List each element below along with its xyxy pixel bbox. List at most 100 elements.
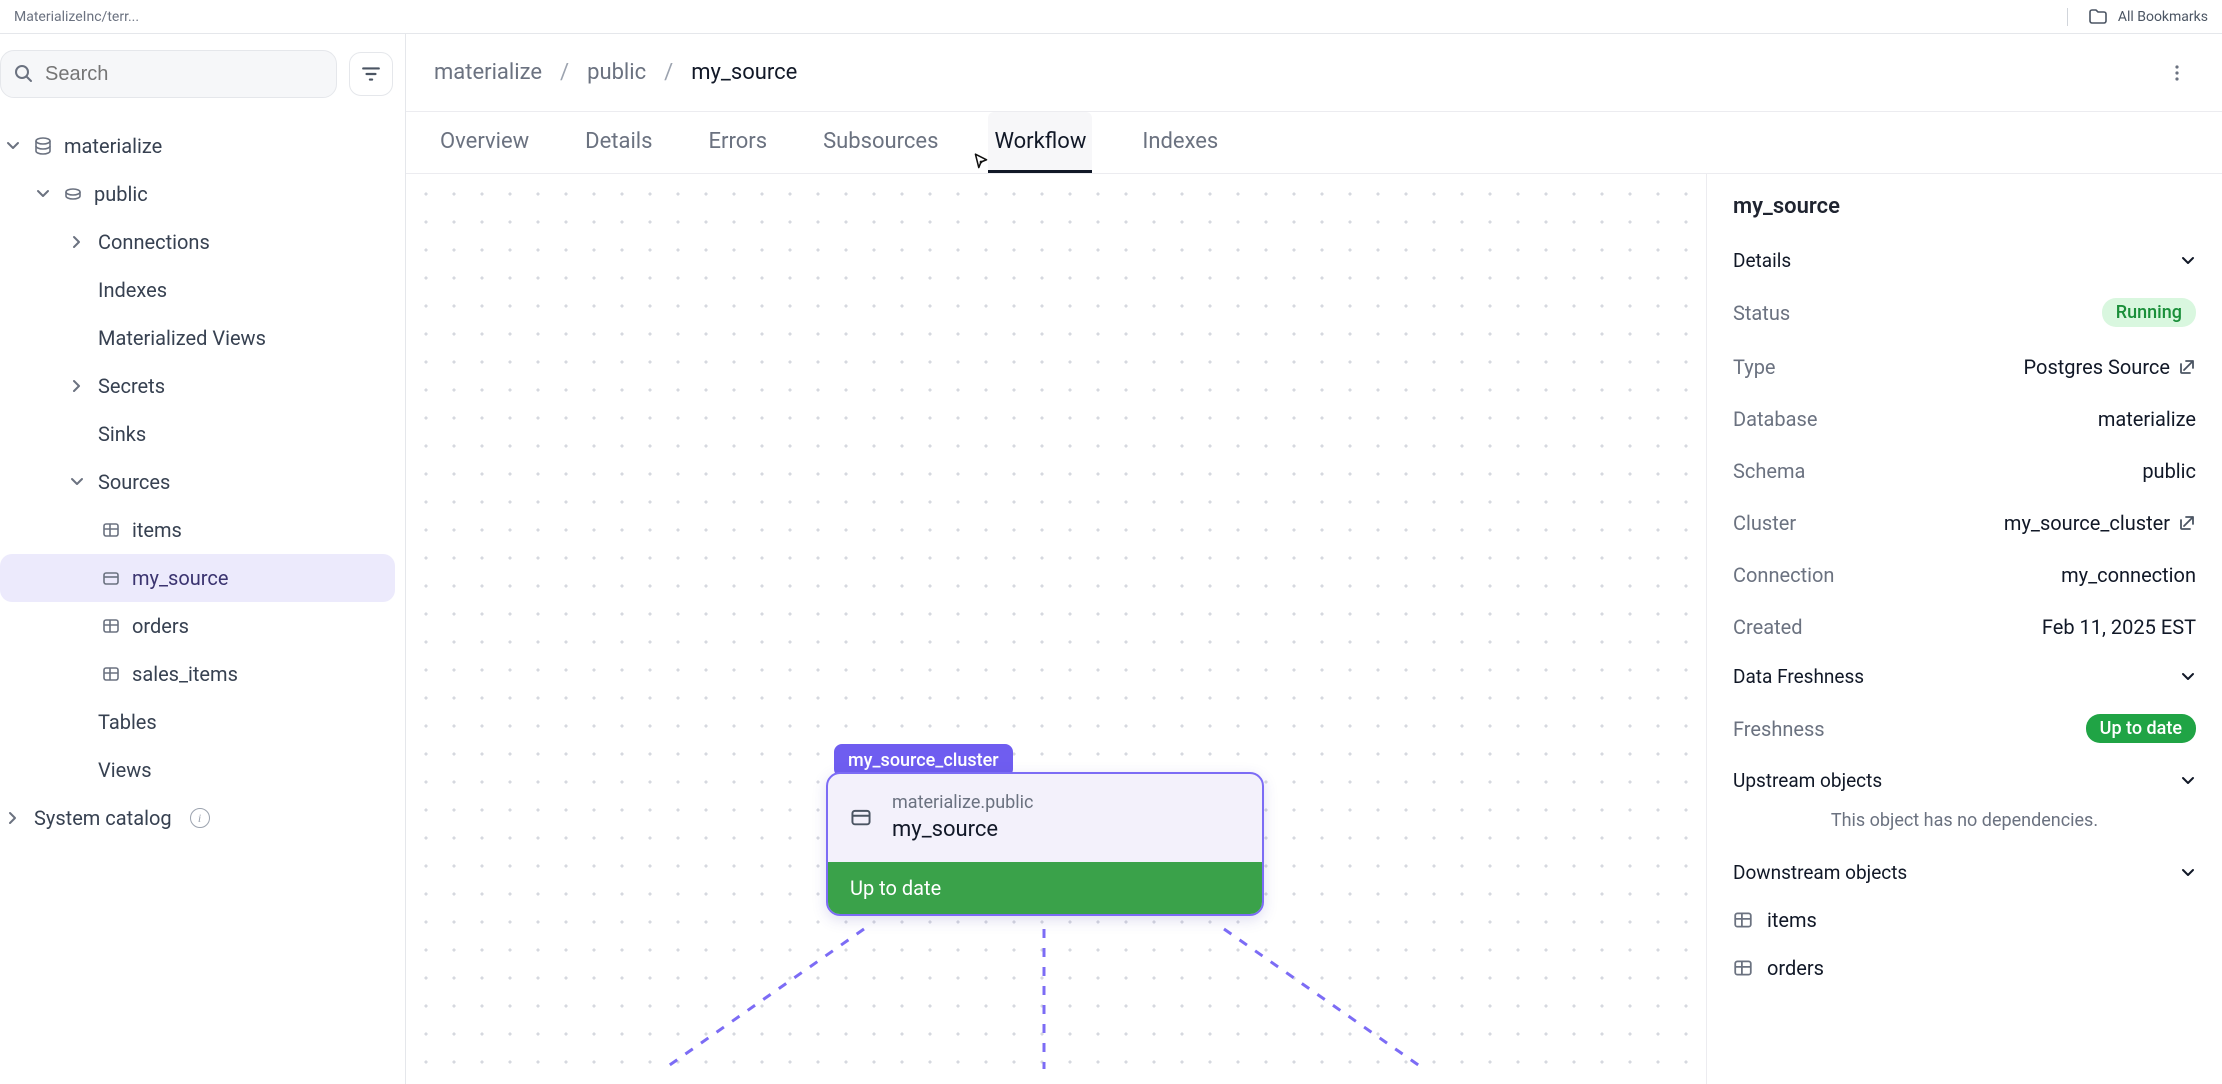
kv-schema: Schema public [1733, 445, 2196, 497]
tree-label: sales_items [132, 662, 238, 686]
chevron-right-icon [68, 378, 86, 394]
folder-icon [2088, 7, 2108, 27]
tree-label: System catalog [34, 806, 172, 830]
tree-label: public [94, 182, 148, 206]
breadcrumb-item-current: my_source [691, 60, 797, 85]
tree-node-source-items[interactable]: items [0, 506, 395, 554]
section-downstream[interactable]: Downstream objects [1733, 849, 2196, 896]
tree-node-connections[interactable]: Connections [0, 218, 395, 266]
tree-node-secrets[interactable]: Secrets [0, 362, 395, 410]
tree-label: items [132, 518, 182, 542]
sidebar: materialize public Connections Indexes M… [0, 34, 406, 1084]
chevron-down-icon [2180, 253, 2196, 269]
kv-key: Type [1733, 355, 1776, 379]
table-icon [102, 521, 120, 539]
panel-title: my_source [1733, 194, 2196, 219]
kv-value[interactable]: my_source_cluster [2004, 511, 2170, 535]
breadcrumb-separator: / [560, 60, 569, 85]
tab-overview[interactable]: Overview [434, 112, 535, 173]
kv-key: Status [1733, 301, 1790, 325]
section-upstream[interactable]: Upstream objects [1733, 757, 2196, 804]
chevron-down-icon [2180, 865, 2196, 881]
section-data-freshness[interactable]: Data Freshness [1733, 653, 2196, 700]
kv-freshness: Freshness Up to date [1733, 700, 2196, 757]
schema-icon [64, 187, 82, 201]
tree-node-schema[interactable]: public [0, 170, 395, 218]
tab-workflow[interactable]: Workflow [988, 112, 1092, 173]
table-icon [102, 665, 120, 683]
tab-subsources[interactable]: Subsources [817, 112, 944, 173]
downstream-item[interactable]: items [1733, 896, 2196, 944]
more-actions-button[interactable] [2160, 58, 2194, 88]
tree-node-indexes[interactable]: Indexes [0, 266, 395, 314]
chevron-right-icon [4, 810, 22, 826]
kv-value: public [2142, 459, 2196, 483]
breadcrumb: materialize / public / my_source [406, 34, 2222, 112]
tabs: Overview Details Errors Subsources Workf… [406, 112, 2222, 174]
tree-node-database[interactable]: materialize [0, 122, 395, 170]
breadcrumb-item[interactable]: public [587, 60, 646, 85]
tree-label: Indexes [98, 278, 167, 302]
chevron-down-icon [4, 138, 22, 154]
kv-value: my_connection [2061, 563, 2196, 587]
table-icon [1733, 958, 1753, 978]
workflow-canvas[interactable]: my_source_cluster materialize.public my_… [406, 174, 1707, 1084]
details-panel: my_source Details Status Running Type Po… [1707, 174, 2222, 1084]
browser-tab-title: MaterializeInc/terr... [14, 9, 139, 25]
kv-key: Database [1733, 407, 1817, 431]
divider [2067, 8, 2068, 26]
breadcrumb-separator: / [664, 60, 673, 85]
source-icon [102, 569, 120, 587]
cursor-icon [971, 152, 991, 172]
section-label: Data Freshness [1733, 665, 1864, 688]
tree-node-source-orders[interactable]: orders [0, 602, 395, 650]
freshness-badge: Up to date [2086, 714, 2196, 743]
external-link-icon[interactable] [2178, 358, 2196, 376]
connector-lines [664, 929, 1424, 1069]
tree-node-views[interactable]: Views [0, 746, 395, 794]
breadcrumb-item[interactable]: materialize [434, 60, 542, 85]
tab-errors[interactable]: Errors [703, 112, 774, 173]
kv-key: Connection [1733, 563, 1834, 587]
table-icon [1733, 910, 1753, 930]
tree-label: Sources [98, 470, 170, 494]
kv-status: Status Running [1733, 284, 2196, 341]
tree-label: Views [98, 758, 152, 782]
kv-cluster: Cluster my_source_cluster [1733, 497, 2196, 549]
filter-button[interactable] [349, 52, 393, 96]
downstream-item[interactable]: orders [1733, 944, 2196, 992]
tree-node-source-sales-items[interactable]: sales_items [0, 650, 395, 698]
info-icon: i [190, 808, 210, 828]
workflow-node-my-source[interactable]: materialize.public my_source Up to date [826, 772, 1264, 916]
kv-type: Type Postgres Source [1733, 341, 2196, 393]
search-input[interactable] [0, 50, 337, 98]
tree-label: Tables [98, 710, 157, 734]
tree-node-sources[interactable]: Sources [0, 458, 395, 506]
tree-node-source-my-source[interactable]: my_source [0, 554, 395, 602]
tree-node-tables[interactable]: Tables [0, 698, 395, 746]
tab-indexes[interactable]: Indexes [1136, 112, 1224, 173]
kv-value: Feb 11, 2025 EST [2042, 615, 2196, 639]
section-details[interactable]: Details [1733, 237, 2196, 284]
tree-label: my_source [132, 566, 228, 590]
tab-details[interactable]: Details [579, 112, 658, 173]
tree-label: Secrets [98, 374, 165, 398]
upstream-empty-message: This object has no dependencies. [1733, 804, 2196, 849]
chevron-down-icon [68, 474, 86, 490]
all-bookmarks-label[interactable]: All Bookmarks [2118, 9, 2208, 25]
table-icon [102, 617, 120, 635]
kv-key: Freshness [1733, 717, 1825, 741]
external-link-icon[interactable] [2178, 514, 2196, 532]
kv-value: materialize [2098, 407, 2196, 431]
database-icon [34, 137, 52, 155]
tree-node-sinks[interactable]: Sinks [0, 410, 395, 458]
tree-node-system-catalog[interactable]: System catalog i [0, 794, 395, 842]
downstream-item-label: items [1767, 908, 1817, 932]
kv-created: Created Feb 11, 2025 EST [1733, 601, 2196, 653]
section-label: Downstream objects [1733, 861, 1907, 884]
search-icon [14, 64, 34, 84]
chevron-down-icon [34, 186, 52, 202]
kv-key: Created [1733, 615, 1803, 639]
kv-value[interactable]: Postgres Source [2024, 355, 2170, 379]
tree-node-matviews[interactable]: Materialized Views [0, 314, 395, 362]
